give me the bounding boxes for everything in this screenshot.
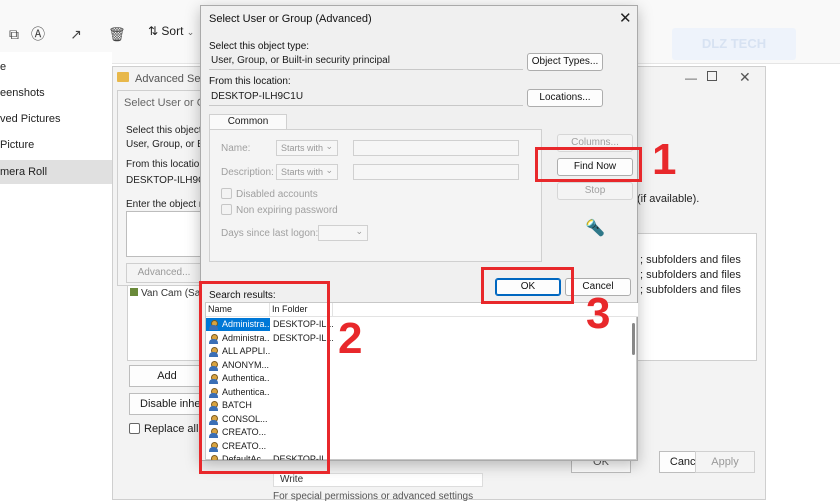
location-field: DESKTOP-ILH9C1U	[209, 90, 523, 106]
annotation-box-ok	[481, 267, 574, 304]
days-since-logon-label: Days since last logon:	[221, 228, 319, 239]
checkbox[interactable]	[221, 204, 232, 215]
annotation-step-1: 1	[652, 135, 677, 184]
locations-button[interactable]: Locations...	[527, 89, 603, 107]
copy-icon[interactable]: ⧉	[6, 26, 22, 42]
nav-item-camera-roll[interactable]: mera Roll	[0, 160, 112, 184]
permission-list[interactable]: ; subfolders and files ; subfolders and …	[637, 233, 757, 361]
common-queries-panel: Name: Starts with Description: Starts wi…	[209, 129, 542, 262]
advanced-button[interactable]: Advanced...	[126, 263, 202, 283]
rename-icon[interactable]: Ⓐ	[30, 26, 46, 42]
column-divider[interactable]	[332, 303, 333, 317]
apply-button[interactable]: Apply	[695, 451, 755, 473]
close-button[interactable]: ✕	[739, 69, 751, 86]
sort-label: Sort	[161, 24, 184, 38]
description-input[interactable]	[353, 164, 519, 180]
special-permissions-text: For special permissions or advanced sett…	[273, 491, 474, 502]
minimize-button[interactable]: —	[685, 71, 697, 85]
tab-common-queries[interactable]: Common Queries	[209, 114, 287, 141]
location-label: From this location:	[209, 76, 291, 87]
annotation-box-find-now	[535, 147, 642, 182]
stop-button[interactable]: Stop	[557, 182, 633, 200]
select-user-dialog: Select User or Gro Select this object ty…	[117, 90, 215, 286]
name-input[interactable]	[353, 140, 519, 156]
disabled-accounts-checkbox[interactable]: Disabled accounts	[221, 188, 318, 200]
navigation-pane: e eenshots ved Pictures Picture mera Rol…	[0, 52, 112, 500]
delete-icon[interactable]: 🗑	[108, 26, 126, 42]
share-icon[interactable]: ↗	[68, 26, 84, 42]
list-item: ; subfolders and files	[640, 254, 741, 266]
permission-row-write[interactable]: Write	[273, 473, 483, 487]
description-label: Description:	[221, 167, 274, 178]
object-types-button[interactable]: Object Types...	[527, 53, 603, 71]
sort-button[interactable]: ⇅ Sort ⌄	[148, 24, 194, 38]
list-item: ; subfolders and files	[640, 284, 741, 296]
annotation-step-3: 3	[586, 289, 611, 338]
close-icon[interactable]: ✕	[619, 9, 632, 27]
nav-item-saved-pictures[interactable]: ved Pictures	[0, 107, 112, 131]
name-label: Name:	[221, 143, 251, 154]
folder-icon	[117, 72, 129, 82]
non-expiring-password-checkbox[interactable]: Non expiring password	[221, 204, 338, 216]
checkbox[interactable]	[129, 423, 140, 434]
sort-icon: ⇅	[148, 24, 159, 38]
object-type-label: Select this object type:	[209, 41, 310, 52]
nav-item-screenshots[interactable]: eenshots	[0, 81, 112, 105]
principal-entry: Van Cam (Sa	[130, 288, 200, 299]
maximize-button[interactable]	[707, 71, 717, 81]
days-select[interactable]	[318, 224, 368, 241]
scrollbar-thumb[interactable]	[632, 323, 635, 355]
annotation-box-results	[199, 281, 330, 474]
nav-item-picture[interactable]: Picture	[0, 133, 112, 157]
checkbox[interactable]	[221, 188, 232, 199]
list-item: ; subfolders and files	[640, 269, 741, 281]
search-animation-icon: 🔦	[585, 220, 605, 237]
add-button[interactable]: Add	[129, 365, 205, 387]
name-condition-select[interactable]: Starts with	[276, 139, 338, 156]
location-label: From this location:	[126, 159, 208, 170]
description-condition-select[interactable]: Starts with	[276, 163, 338, 180]
chevron-down-icon: ⌄	[186, 27, 195, 37]
object-names-input[interactable]	[126, 211, 206, 257]
watermark-logo: DLZ TECH	[672, 28, 796, 60]
auditing-text: (if available).	[637, 193, 700, 205]
dialog-title: Select User or Group (Advanced)	[209, 13, 372, 25]
location-value: DESKTOP-ILH9C1	[126, 175, 211, 186]
user-icon	[130, 288, 138, 296]
nav-item[interactable]: e	[0, 55, 112, 79]
object-type-field: User, Group, or Built-in security princi…	[209, 54, 523, 70]
annotation-step-2: 2	[338, 314, 363, 363]
